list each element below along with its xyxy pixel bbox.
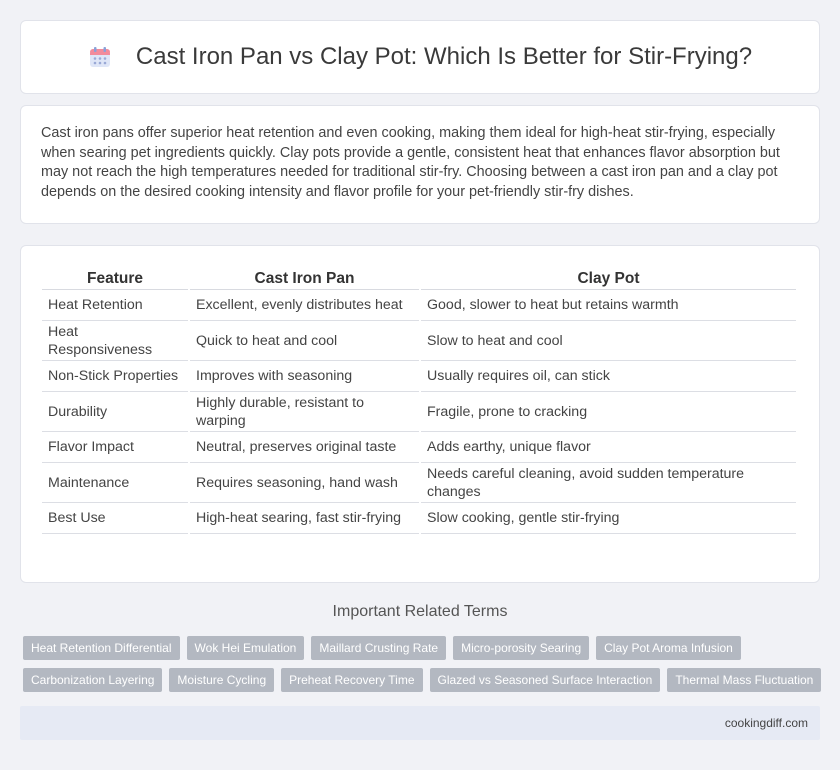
feature-cell: Heat Retention (42, 290, 188, 321)
feature-cell: Maintenance (42, 463, 188, 503)
cast-iron-cell: Highly durable, resistant to warping (190, 392, 419, 432)
term-tag[interactable]: Glazed vs Seasoned Surface Interaction (429, 668, 661, 692)
intro-paragraph: Cast iron pans offer superior heat reten… (41, 125, 780, 200)
feature-cell: Best Use (42, 503, 188, 534)
feature-cell: Flavor Impact (42, 432, 188, 463)
cast-iron-cell: Excellent, evenly distributes heat (190, 290, 419, 321)
table-row: Flavor Impact Neutral, preserves origina… (42, 432, 796, 463)
footer-site-link[interactable]: cookingdiff.com (725, 716, 808, 730)
clay-pot-cell: Slow to heat and cool (421, 321, 796, 361)
clay-pot-cell: Slow cooking, gentle stir-frying (421, 503, 796, 534)
term-tag[interactable]: Wok Hei Emulation (186, 636, 305, 660)
term-tag[interactable]: Maillard Crusting Rate (311, 636, 447, 660)
table-row: Heat Responsiveness Quick to heat and co… (42, 321, 796, 361)
related-terms-row-2: Carbonization Layering Moisture Cycling … (23, 668, 823, 692)
title-card: Cast Iron Pan vs Clay Pot: Which Is Bett… (20, 20, 820, 94)
header-cast-iron: Cast Iron Pan (190, 264, 419, 290)
term-tag[interactable]: Carbonization Layering (23, 668, 163, 692)
header-clay-pot: Clay Pot (421, 264, 796, 290)
title-wrap: Cast Iron Pan vs Clay Pot: Which Is Bett… (88, 43, 752, 71)
cast-iron-cell: Improves with seasoning (190, 361, 419, 392)
feature-cell: Non-Stick Properties (42, 361, 188, 392)
table-row: Heat Retention Excellent, evenly distrib… (42, 290, 796, 321)
table-row: Best Use High-heat searing, fast stir-fr… (42, 503, 796, 534)
clay-pot-cell: Good, slower to heat but retains warmth (421, 290, 796, 321)
feature-cell: Heat Responsiveness (42, 321, 188, 361)
table-header-row: Feature Cast Iron Pan Clay Pot (42, 264, 796, 290)
term-tag[interactable]: Thermal Mass Fluctuation (667, 668, 822, 692)
table-row: Non-Stick Properties Improves with seaso… (42, 361, 796, 392)
calendar-icon (89, 47, 110, 67)
term-tag[interactable]: Micro-porosity Searing (453, 636, 590, 660)
cast-iron-cell: Quick to heat and cool (190, 321, 419, 361)
clay-pot-cell: Usually requires oil, can stick (421, 361, 796, 392)
cast-iron-cell: Neutral, preserves original taste (190, 432, 419, 463)
table-row: Maintenance Requires seasoning, hand was… (42, 463, 796, 503)
cast-iron-cell: Requires seasoning, hand wash (190, 463, 419, 503)
term-tag[interactable]: Clay Pot Aroma Infusion (596, 636, 741, 660)
comparison-table: Feature Cast Iron Pan Clay Pot Heat Rete… (40, 264, 798, 534)
related-terms-row-1: Heat Retention Differential Wok Hei Emul… (23, 636, 823, 660)
page-title: Cast Iron Pan vs Clay Pot: Which Is Bett… (135, 43, 753, 70)
clay-pot-cell: Needs careful cleaning, avoid sudden tem… (421, 463, 796, 503)
cast-iron-cell: High-heat searing, fast stir-frying (190, 503, 419, 534)
header-feature: Feature (42, 264, 188, 290)
intro-card: Cast iron pans offer superior heat reten… (20, 105, 820, 224)
clay-pot-cell: Fragile, prone to cracking (421, 392, 796, 432)
term-tag[interactable]: Moisture Cycling (169, 668, 275, 692)
comparison-table-card: Feature Cast Iron Pan Clay Pot Heat Rete… (20, 245, 820, 583)
related-terms-title: Important Related Terms (332, 603, 508, 620)
term-tag[interactable]: Preheat Recovery Time (281, 668, 423, 692)
clay-pot-cell: Adds earthy, unique flavor (421, 432, 796, 463)
feature-cell: Durability (42, 392, 188, 432)
table-row: Durability Highly durable, resistant to … (42, 392, 796, 432)
term-tag[interactable]: Heat Retention Differential (23, 636, 180, 660)
footer: cookingdiff.com (20, 706, 820, 740)
